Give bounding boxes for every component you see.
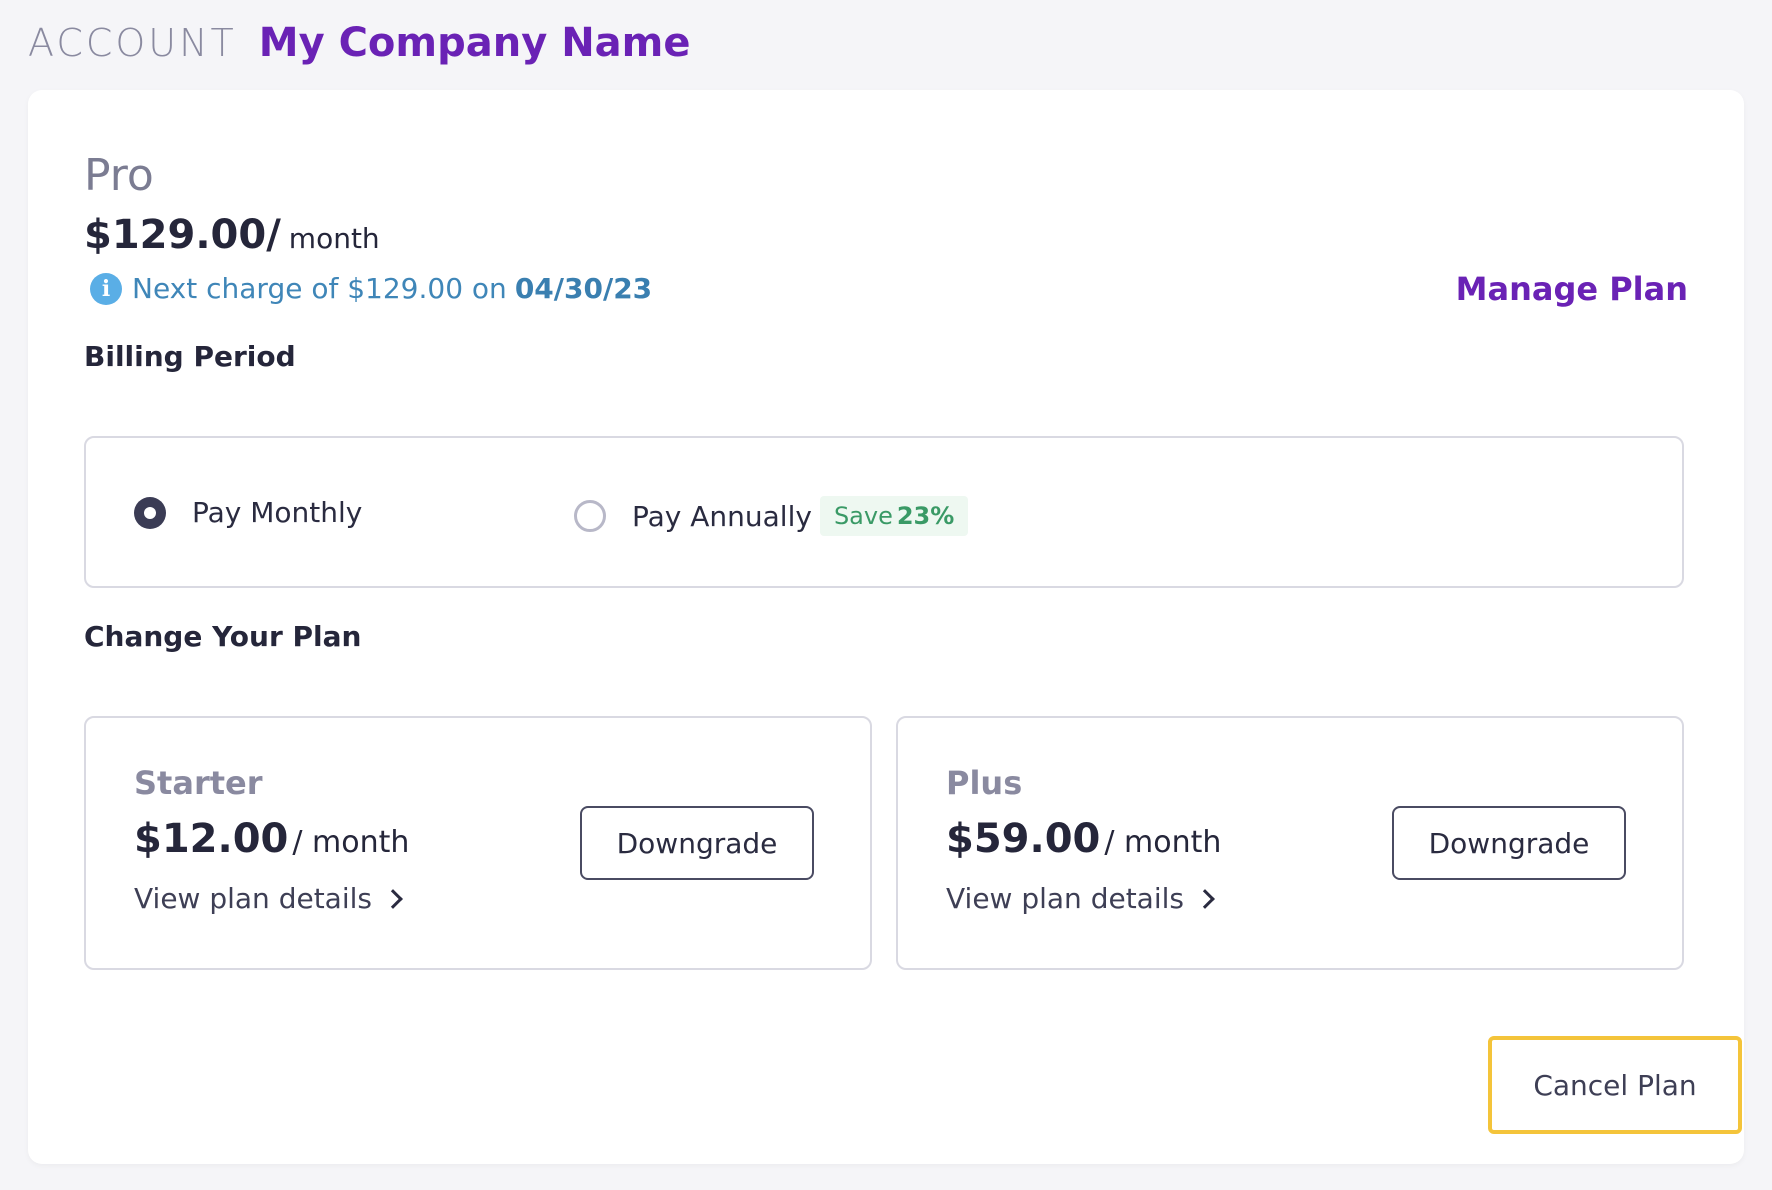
plan-card-amount: $59.00 — [946, 816, 1101, 862]
next-charge-notice: i Next charge of $129.00 on 04/30/23 — [90, 272, 652, 305]
view-plan-details-label: View plan details — [946, 882, 1184, 915]
chevron-right-icon — [383, 888, 403, 909]
pay-monthly-label: Pay Monthly — [192, 496, 363, 529]
view-plan-details-link[interactable]: View plan details — [946, 882, 1215, 915]
plan-card-period: / month — [1104, 825, 1222, 860]
page-header: ACCOUNT My Company Name — [28, 18, 690, 68]
current-plan-price: $129.00/ month — [84, 212, 380, 258]
subscription-card: Pro $129.00/ month i Next charge of $129… — [28, 90, 1744, 1164]
pay-monthly-option[interactable]: Pay Monthly — [134, 496, 362, 529]
plan-card-period: / month — [292, 825, 410, 860]
current-plan-amount: $129.00/ — [84, 212, 281, 258]
downgrade-button[interactable]: Downgrade — [580, 806, 814, 880]
pay-monthly-radio[interactable] — [134, 496, 166, 529]
downgrade-button[interactable]: Downgrade — [1392, 806, 1626, 880]
billing-period-options: Pay Monthly Pay Annually Save 23% — [84, 436, 1684, 588]
cancel-plan-button[interactable]: Cancel Plan — [1488, 1036, 1742, 1134]
change-plan-heading: Change Your Plan — [84, 620, 362, 653]
save-badge-value: 23% — [896, 502, 955, 530]
plan-card-price: $12.00 / month — [134, 816, 409, 862]
plan-card-name: Plus — [946, 764, 1023, 802]
info-icon: i — [90, 272, 122, 305]
save-badge: Save 23% — [819, 496, 969, 536]
current-plan-name: Pro — [84, 150, 154, 201]
view-plan-details-label: View plan details — [134, 882, 372, 915]
company-name: My Company Name — [258, 20, 691, 66]
plan-card-price: $59.00 / month — [946, 816, 1221, 862]
save-badge-prefix: Save — [833, 502, 893, 530]
next-charge-text: Next charge of $129.00 on — [132, 272, 507, 305]
pay-annually-label: Pay Annually — [632, 499, 812, 533]
plan-card-starter: Starter $12.00 / month View plan details… — [84, 716, 872, 970]
plan-card-name: Starter — [134, 764, 263, 802]
plan-card-plus: Plus $59.00 / month View plan details Do… — [896, 716, 1684, 970]
pay-annually-radio[interactable] — [574, 500, 606, 532]
plan-card-amount: $12.00 — [134, 816, 289, 862]
view-plan-details-link[interactable]: View plan details — [134, 882, 403, 915]
current-plan-period: month — [288, 222, 380, 255]
pay-annually-option[interactable]: Pay Annually Save 23% — [574, 496, 969, 536]
billing-period-heading: Billing Period — [84, 340, 296, 373]
section-label: ACCOUNT — [28, 21, 237, 65]
manage-plan-link[interactable]: Manage Plan — [1456, 270, 1688, 308]
next-charge-date: 04/30/23 — [514, 272, 653, 305]
chevron-right-icon — [1195, 888, 1215, 909]
